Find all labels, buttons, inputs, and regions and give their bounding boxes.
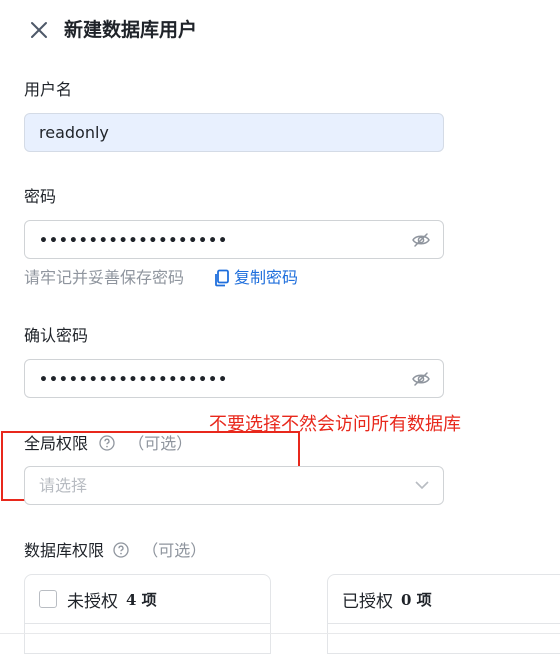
copy-password-label: 复制密码 (234, 268, 299, 287)
global-permissions-label: 全局权限 (24, 434, 89, 453)
global-permissions-placeholder: 请选择 (39, 476, 88, 495)
global-permissions-optional: （可选） (128, 434, 193, 453)
db-permissions-label-row: 数据库权限 （可选） (24, 539, 206, 563)
panel-divider (25, 623, 270, 624)
eye-off-icon[interactable] (411, 369, 431, 389)
copy-icon (215, 269, 229, 287)
authorized-label: 已授权 (342, 591, 393, 612)
db-permissions-optional: （可选） (142, 541, 207, 560)
unauthorized-panel-header: 未授权 4 项 (25, 575, 270, 623)
copy-password-button[interactable]: 复制密码 (214, 266, 298, 290)
username-value: readonly (39, 123, 109, 142)
unauthorized-count: 4 项 (126, 590, 157, 609)
global-permissions-label-row: 全局权限 （可选） (24, 432, 192, 456)
password-label: 密码 (24, 187, 57, 206)
unauthorized-label: 未授权 (67, 591, 118, 612)
panel-divider (328, 623, 560, 624)
db-permissions-label: 数据库权限 (24, 541, 105, 560)
authorized-count: 0 项 (401, 590, 432, 609)
username-input[interactable]: readonly (24, 113, 444, 152)
help-icon[interactable] (99, 435, 115, 451)
authorized-panel-header: 已授权 0 项 (328, 575, 560, 623)
unauthorized-panel: 未授权 4 项 (24, 574, 271, 654)
confirm-password-value: ••••••••••••••••••• (39, 372, 229, 388)
footer-divider (0, 633, 560, 634)
confirm-password-label: 确认密码 (24, 326, 89, 345)
help-icon[interactable] (113, 542, 129, 558)
close-icon (31, 22, 47, 38)
username-label: 用户名 (24, 80, 73, 99)
chevron-down-icon (415, 481, 429, 490)
authorized-panel: 已授权 0 项 (327, 574, 560, 654)
select-all-checkbox[interactable] (39, 590, 57, 608)
confirm-password-input[interactable]: ••••••••••••••••••• (24, 359, 444, 398)
close-button[interactable] (24, 16, 52, 44)
page-title: 新建数据库用户 (64, 19, 198, 41)
password-hint: 请牢记并妥善保存密码 (24, 268, 185, 287)
password-value: ••••••••••••••••••• (39, 233, 229, 249)
eye-off-icon[interactable] (411, 230, 431, 250)
password-input[interactable]: ••••••••••••••••••• (24, 220, 444, 259)
global-permissions-select[interactable]: 请选择 (24, 466, 444, 505)
